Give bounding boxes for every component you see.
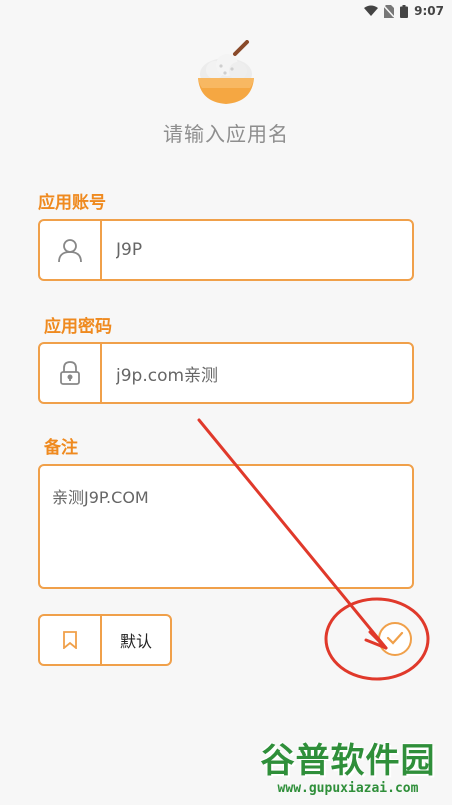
lock-icon — [40, 344, 102, 402]
user-icon — [40, 221, 102, 279]
check-circle-icon — [386, 630, 404, 649]
bookmark-icon — [40, 616, 102, 664]
watermark-url: www.gupuxiazai.com — [277, 781, 419, 796]
password-input[interactable] — [102, 344, 412, 402]
password-field[interactable] — [38, 342, 414, 404]
notes-label: 备注 — [44, 438, 78, 458]
app-name-input[interactable]: 请输入应用名 — [0, 118, 452, 147]
status-bar: 9:07 — [0, 0, 452, 22]
annotation-circle — [324, 597, 430, 681]
watermark-title: 谷普软件园 — [260, 740, 436, 781]
account-input[interactable] — [102, 221, 412, 279]
password-label: 应用密码 — [44, 317, 112, 337]
watermark-logo: 谷普软件园 www.gupuxiazai.com — [248, 735, 448, 801]
no-sim-icon — [384, 4, 395, 18]
account-field[interactable] — [38, 219, 414, 281]
wifi-icon — [364, 5, 379, 17]
notes-input[interactable] — [38, 464, 414, 589]
rice-bowl-icon — [195, 40, 257, 106]
default-button[interactable]: 默认 — [38, 614, 172, 666]
status-time: 9:07 — [414, 4, 444, 18]
confirm-button[interactable] — [378, 622, 412, 656]
battery-icon — [400, 4, 409, 18]
account-label: 应用账号 — [38, 193, 106, 213]
default-button-label: 默认 — [119, 632, 152, 651]
